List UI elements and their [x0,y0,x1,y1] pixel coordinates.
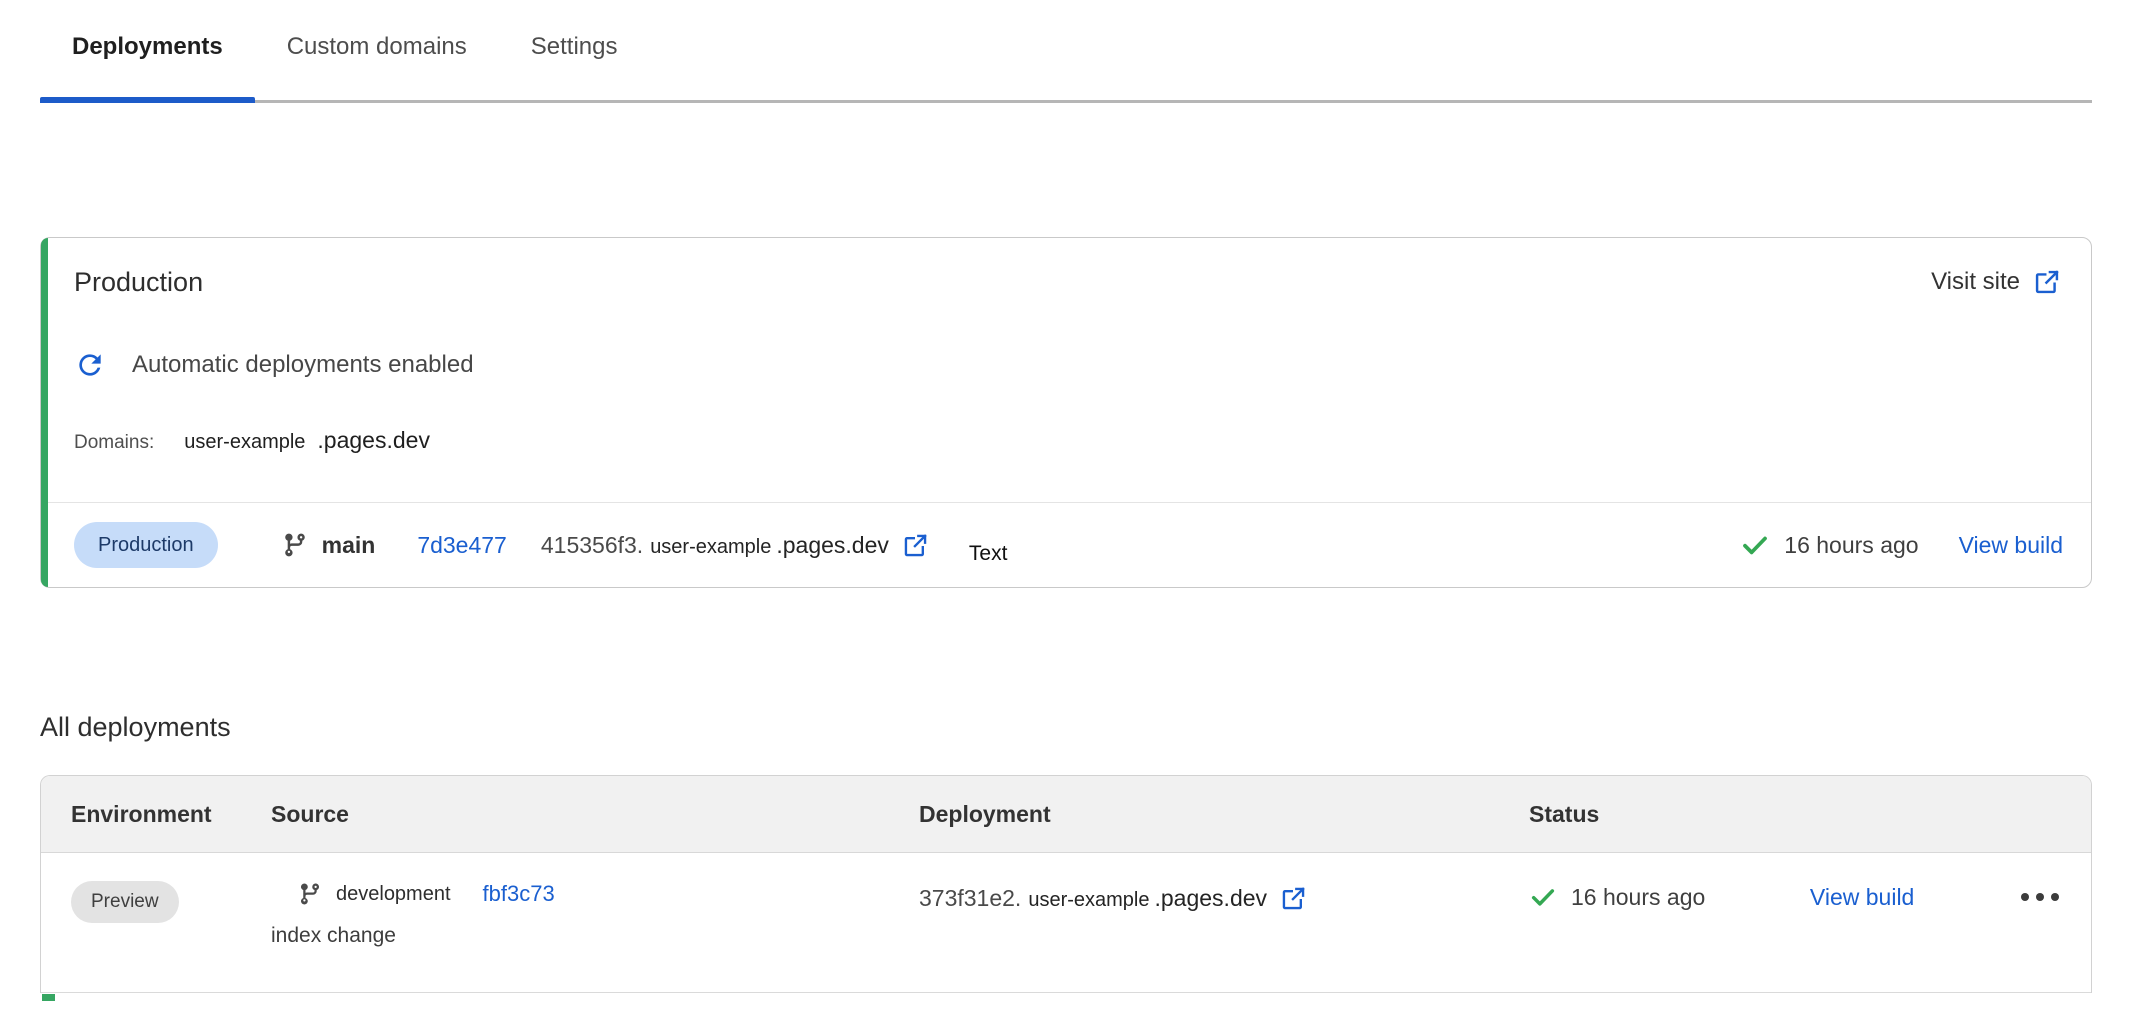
column-header-status: Status [1499,801,2091,828]
all-deployments-title: All deployments [40,712,2092,743]
tab-bar: Deployments Custom domains Settings [40,0,2092,103]
tab-custom-domains[interactable]: Custom domains [255,30,499,100]
commit-link[interactable]: fbf3c73 [483,881,555,907]
deployments-table: Environment Source Deployment Status Pre… [40,775,2092,993]
branch-name: main [322,532,376,559]
status-cell: 16 hours ago View build [1499,883,2091,911]
branch-name: development [336,883,451,906]
environment-cell: Preview [41,881,241,923]
commit-message: index change [271,924,889,948]
external-link-icon[interactable] [902,532,929,559]
domain-suffix: .pages.dev [317,427,430,454]
deployment-suffix: .pages.dev [776,532,889,559]
next-row-success-bar [42,994,55,1001]
deploy-time: 16 hours ago [1784,532,1918,559]
refresh-icon [74,349,106,381]
visit-site-label: Visit site [1931,268,2020,296]
git-branch-icon [282,532,308,558]
production-card: Production Visit site [40,237,2092,588]
table-header-row: Environment Source Deployment Status [41,776,2091,853]
auto-deployments-label: Automatic deployments enabled [132,351,474,379]
column-header-deployment: Deployment [889,801,1499,828]
environment-badge-production: Production [74,522,218,568]
deployments-page: Deployments Custom domains Settings Prod… [0,0,2132,1001]
success-check-icon [1740,530,1770,560]
deployment-id: 415356f3. [541,532,643,559]
overflow-menu-icon[interactable] [2019,887,2061,907]
next-row-peek [40,993,2092,1001]
visit-site-link[interactable]: Visit site [1931,268,2061,296]
deployment-cell: 373f31e2. user-example .pages.dev [889,881,1499,912]
auto-deployments-row: Automatic deployments enabled [74,349,2061,381]
deployment-domain: user-example [1028,889,1149,912]
commit-link[interactable]: 7d3e477 [417,532,507,559]
column-header-source: Source [241,801,889,828]
column-header-environment: Environment [41,801,241,828]
production-row-status: 16 hours ago View build [1740,530,2063,560]
view-build-link[interactable]: View build [1810,884,1914,911]
deployment-id: 373f31e2. [919,885,1021,912]
domains-label: Domains: [74,432,154,454]
git-branch-icon [298,882,322,906]
tab-settings[interactable]: Settings [499,30,650,100]
deployment-domain: user-example [650,536,771,559]
production-card-title: Production [74,264,203,300]
external-link-icon[interactable] [1280,885,1307,912]
deployment-suffix: .pages.dev [1155,885,1268,912]
deployment-url: 373f31e2. user-example .pages.dev [919,885,1499,912]
domain-name: user-example [184,431,305,454]
production-card-header: Production Visit site [41,238,2091,502]
production-deployment-row: Production main 7d3e477 415356f3. user-e… [41,502,2091,587]
production-success-bar [41,238,48,587]
tab-deployments[interactable]: Deployments [40,30,255,100]
table-row: Preview development fbf3c73 index change… [41,853,2091,993]
deploy-time: 16 hours ago [1571,884,1705,911]
view-build-link[interactable]: View build [1959,532,2063,559]
source-cell: development fbf3c73 index change [241,881,889,948]
domains-row: Domains: user-example .pages.dev [74,427,2061,454]
text-label: Text [969,542,1008,566]
deployment-url: 415356f3. user-example .pages.dev [541,532,929,559]
external-link-icon [2033,268,2061,296]
environment-badge-preview: Preview [71,881,179,923]
success-check-icon [1529,883,1557,911]
